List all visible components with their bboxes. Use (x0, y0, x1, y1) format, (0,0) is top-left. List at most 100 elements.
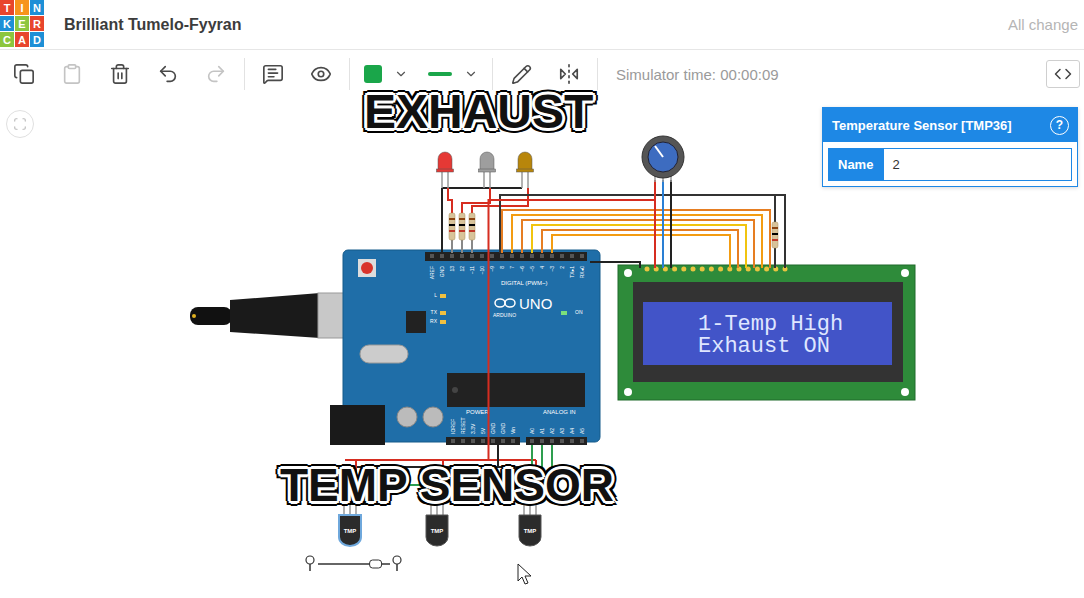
analog-pin[interactable]: A3 (559, 428, 565, 443)
lcd-pin[interactable] (718, 267, 723, 272)
svg-text:12: 12 (459, 266, 465, 272)
power-pin[interactable]: RESET (460, 417, 466, 443)
notes-button[interactable] (249, 54, 297, 94)
note-icon (262, 63, 284, 85)
analog-pin[interactable]: A1 (539, 428, 545, 443)
potentiometer[interactable] (642, 136, 684, 182)
logo-letter: C (0, 32, 14, 47)
svg-text:~3: ~3 (549, 266, 555, 272)
resistor[interactable] (772, 222, 778, 248)
led[interactable] (479, 152, 496, 188)
digital-pin[interactable]: ~9 (489, 254, 495, 272)
svg-text:ON: ON (575, 309, 583, 315)
wires[interactable] (340, 180, 785, 505)
undo-icon (157, 63, 179, 85)
svg-text:2: 2 (559, 266, 565, 269)
field-input[interactable]: 2 (883, 148, 1072, 181)
logo-letter: A (15, 32, 29, 47)
digital-pin[interactable]: ~10 (479, 254, 485, 274)
temperature-sensor[interactable]: TMP (519, 505, 541, 546)
svg-text:4: 4 (539, 266, 545, 269)
digital-pin[interactable]: 8 (499, 254, 505, 269)
paste-button[interactable] (48, 54, 96, 94)
redo-button[interactable] (192, 54, 240, 94)
power-pin[interactable]: 5V (480, 427, 486, 443)
resistor[interactable] (459, 213, 465, 240)
power-pin[interactable]: Vin (510, 427, 516, 443)
power-pin[interactable]: IOREF (450, 419, 456, 443)
resistor[interactable] (449, 213, 455, 240)
board-model: UNO (519, 295, 552, 312)
svg-text:3.3V: 3.3V (470, 423, 476, 434)
digital-pin[interactable]: 2 (559, 254, 565, 269)
power-header-label: POWER (466, 409, 489, 415)
power-pin[interactable]: 3.3V (470, 423, 476, 443)
digital-pin[interactable]: AREF (429, 254, 435, 279)
clipboard-icon (61, 63, 83, 85)
lcd-pin[interactable] (709, 267, 714, 272)
inspector-header: Temperature Sensor [TMP36]? (823, 108, 1077, 142)
svg-text:5V: 5V (480, 427, 486, 434)
lcd-pin[interactable] (645, 267, 650, 272)
temperature-sensor[interactable]: TMP (339, 505, 361, 546)
lcd-pin[interactable] (691, 267, 696, 272)
temperature-slider[interactable] (306, 556, 401, 571)
arduino-board[interactable]: UNOARDUINODIGITAL (PWM~)POWERANALOG INLT… (330, 250, 600, 445)
svg-text:RESET: RESET (460, 417, 466, 434)
svg-text:A3: A3 (559, 428, 565, 434)
copy-button[interactable] (0, 54, 48, 94)
lcd-pin[interactable] (700, 267, 705, 272)
tinkercad-logo[interactable]: TINKERCAD (0, 0, 44, 47)
digital-pin[interactable]: 12 (459, 254, 465, 272)
digital-pin[interactable]: 13 (449, 254, 455, 272)
fit-view-button[interactable] (6, 110, 34, 138)
digital-pin[interactable]: ~6 (519, 254, 525, 272)
svg-text:~9: ~9 (489, 266, 495, 272)
svg-text:TX▸1: TX▸1 (569, 266, 575, 278)
analog-pin[interactable]: A0 (529, 428, 535, 443)
code-button[interactable] (1046, 60, 1080, 88)
svg-text:~5: ~5 (529, 266, 535, 272)
digital-pin[interactable]: GND (439, 254, 445, 277)
help-button[interactable]: ? (1050, 116, 1069, 135)
analog-pin[interactable]: A5 (579, 428, 585, 443)
power-pin[interactable]: GND (490, 423, 496, 444)
workplane[interactable]: UNOARDUINODIGITAL (PWM~)POWERANALOG INLT… (0, 98, 1084, 598)
digital-pin[interactable]: TX▸1 (569, 254, 575, 278)
led[interactable] (517, 152, 534, 188)
digital-pin[interactable]: ~11 (469, 254, 475, 274)
toolbar-divider (597, 58, 598, 90)
undo-button[interactable] (144, 54, 192, 94)
lcd-pin[interactable] (681, 267, 686, 272)
power-pin[interactable]: GND (500, 423, 506, 444)
delete-button[interactable] (96, 54, 144, 94)
svg-text:~11: ~11 (469, 266, 475, 274)
resistor[interactable] (469, 213, 475, 240)
thermometer-hot-icon (393, 556, 401, 564)
toolbar-divider (349, 58, 350, 90)
svg-text:~10: ~10 (479, 266, 485, 275)
digital-pin[interactable]: 7 (509, 254, 515, 269)
notes-visibility-button[interactable] (297, 54, 345, 94)
board-brand: ARDUINO (493, 312, 516, 318)
analog-pin[interactable]: A4 (569, 428, 575, 443)
project-title[interactable]: Brilliant Tumelo-Fyyran (64, 16, 988, 34)
svg-text:TMP: TMP (524, 528, 537, 534)
digital-pin[interactable]: ~5 (529, 254, 535, 272)
led[interactable] (437, 152, 454, 188)
svg-text:A4: A4 (569, 428, 575, 434)
svg-text:RX◂0: RX◂0 (579, 266, 585, 278)
digital-pin[interactable]: RX◂0 (579, 254, 585, 278)
lcd-display[interactable]: 1-Temp HighExhaust ON (618, 265, 915, 400)
lcd-pin[interactable] (755, 267, 760, 272)
redo-icon (205, 63, 227, 85)
digital-pin[interactable]: 4 (539, 254, 545, 269)
annotation-label: TEMP SENSOR (280, 462, 614, 508)
digital-pin[interactable]: ~3 (549, 254, 555, 272)
eye-icon (310, 63, 332, 85)
analog-pin[interactable]: A2 (549, 428, 555, 443)
temperature-sensor[interactable]: TMP (426, 505, 448, 546)
lcd-pin[interactable] (764, 267, 769, 272)
analog-header-label: ANALOG IN (543, 409, 576, 415)
lcd-pin[interactable] (672, 267, 677, 272)
